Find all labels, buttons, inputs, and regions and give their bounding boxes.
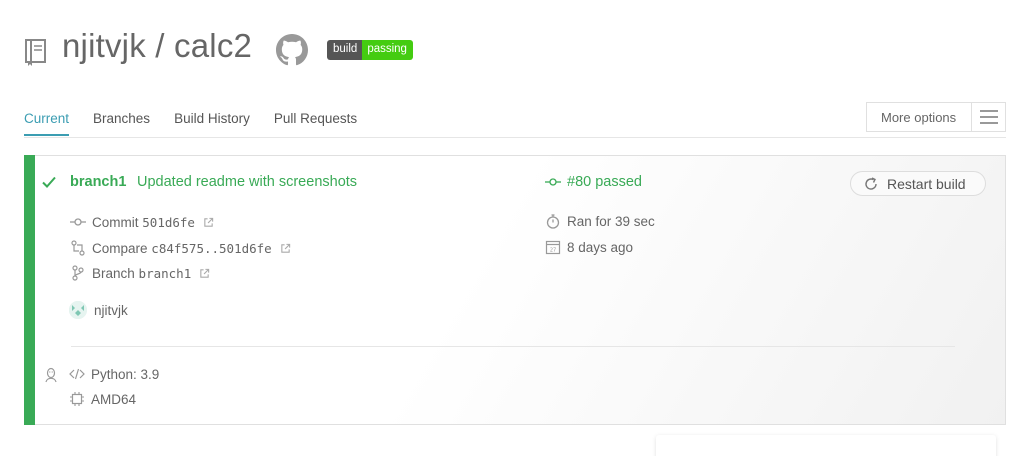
duration-row: Ran for 39 sec bbox=[545, 213, 655, 229]
author-avatar bbox=[69, 301, 87, 319]
job-list-card bbox=[656, 435, 996, 456]
build-duration: Ran for 39 sec bbox=[567, 213, 655, 229]
more-options-label: More options bbox=[881, 109, 957, 125]
compare-row: Compare c84f575..501d6fe bbox=[70, 240, 291, 256]
commit-icon bbox=[70, 218, 86, 226]
branch-icon bbox=[72, 265, 84, 281]
build-date: 8 days ago bbox=[567, 239, 634, 255]
repo-icon bbox=[25, 39, 46, 66]
branch-value[interactable]: branch1 bbox=[139, 266, 192, 281]
build-status-stripe bbox=[24, 155, 35, 425]
compare-label: Compare bbox=[92, 240, 148, 256]
calendar-icon: 27 bbox=[545, 240, 561, 255]
compare-range[interactable]: c84f575..501d6fe bbox=[151, 241, 271, 256]
build-number-text: #80 passed bbox=[567, 174, 642, 190]
external-link-icon[interactable] bbox=[199, 268, 210, 279]
card-divider bbox=[71, 346, 955, 347]
tab-pull-requests[interactable]: Pull Requests bbox=[274, 111, 357, 136]
linux-os-icon bbox=[45, 367, 57, 383]
repo-tabs: Current Branches Build History Pull Requ… bbox=[24, 111, 381, 136]
tabs-divider bbox=[24, 137, 1006, 138]
branch-row: Branch branch1 bbox=[70, 265, 210, 281]
github-icon[interactable] bbox=[276, 34, 308, 66]
restart-build-label: Restart build bbox=[887, 175, 966, 192]
tab-build-history[interactable]: Build History bbox=[174, 111, 250, 136]
compare-icon bbox=[71, 240, 85, 256]
arch-row: AMD64 bbox=[69, 391, 136, 407]
badge-status: passing bbox=[362, 40, 413, 60]
stopwatch-icon bbox=[546, 214, 560, 229]
commit-icon bbox=[545, 178, 561, 186]
tab-current[interactable]: Current bbox=[24, 111, 70, 136]
build-status-badge[interactable]: build passing bbox=[327, 40, 413, 60]
language-version: Python: 3.9 bbox=[91, 366, 160, 382]
svg-text:27: 27 bbox=[550, 248, 556, 254]
commit-sha[interactable]: 501d6fe bbox=[142, 215, 195, 230]
commit-row: Commit 501d6fe bbox=[70, 214, 214, 230]
build-commit-message[interactable]: Updated readme with screenshots bbox=[137, 174, 357, 190]
repo-name[interactable]: calc2 bbox=[174, 27, 252, 64]
hamburger-icon[interactable] bbox=[971, 103, 1005, 131]
passed-check-icon bbox=[42, 176, 56, 188]
restart-icon bbox=[865, 176, 877, 190]
repo-separator: / bbox=[145, 27, 175, 64]
badge-label: build bbox=[327, 40, 363, 60]
cpu-icon bbox=[70, 392, 84, 406]
restart-build-button[interactable]: Restart build bbox=[850, 171, 986, 196]
external-link-icon[interactable] bbox=[203, 217, 214, 228]
author-name[interactable]: njitvjk bbox=[94, 303, 128, 318]
code-icon bbox=[69, 368, 85, 380]
repo-title: njitvjk / calc2 bbox=[62, 27, 252, 65]
more-options-button[interactable]: More options bbox=[866, 102, 1006, 132]
repo-owner[interactable]: njitvjk bbox=[62, 27, 146, 64]
branch-label: Branch bbox=[92, 265, 135, 281]
external-link-icon[interactable] bbox=[280, 243, 291, 254]
architecture: AMD64 bbox=[91, 391, 137, 407]
tab-branches[interactable]: Branches bbox=[93, 111, 150, 136]
build-number[interactable]: #80 passed bbox=[545, 174, 642, 190]
build-branch-name[interactable]: branch1 bbox=[70, 174, 126, 190]
date-row: 27 8 days ago bbox=[545, 239, 633, 255]
commit-label: Commit bbox=[92, 214, 139, 230]
language-row: Python: 3.9 bbox=[69, 366, 159, 382]
current-build-card: branch1 Updated readme with screenshots … bbox=[24, 155, 1006, 425]
